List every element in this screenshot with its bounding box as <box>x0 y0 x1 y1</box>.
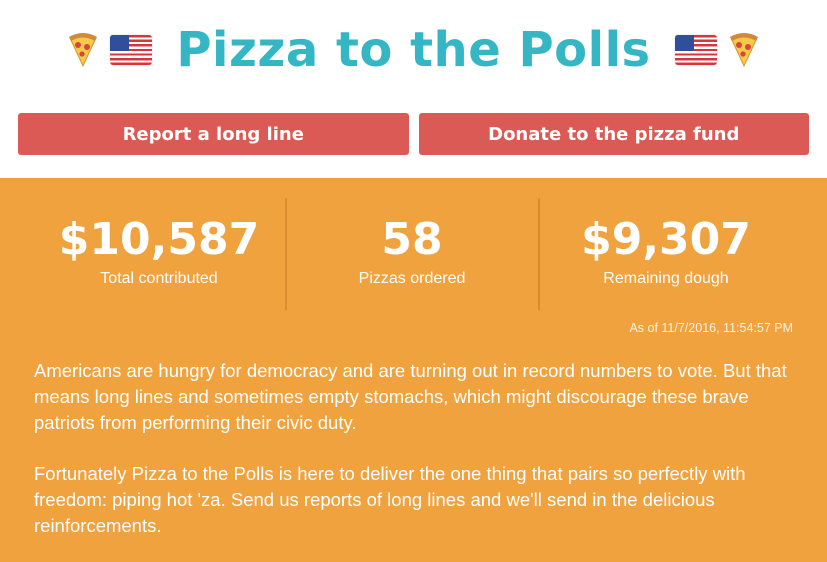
donate-button[interactable]: Donate to the pizza fund <box>418 113 809 155</box>
stats-row: $10,587 Total contributed 58 Pizzas orde… <box>0 198 827 310</box>
us-flag-icon <box>674 35 717 65</box>
stat-total-contributed: $10,587 Total contributed <box>50 218 268 288</box>
stat-value: $10,587 <box>58 214 260 265</box>
stat-remaining-dough: $9,307 Remaining dough <box>556 218 776 288</box>
action-buttons: Report a long line Donate to the pizza f… <box>0 113 827 155</box>
stat-label: Pizzas ordered <box>358 270 466 287</box>
intro-paragraph: Americans are hungry for democracy and a… <box>34 360 787 433</box>
pizza-icon <box>727 32 761 68</box>
stat-divider <box>285 198 287 310</box>
stat-value: 58 <box>381 214 443 265</box>
site-header: Pizza to the Polls <box>0 0 827 100</box>
us-flag-icon <box>110 35 153 65</box>
report-long-line-button[interactable]: Report a long line <box>18 113 409 155</box>
info-panel: $10,587 Total contributed 58 Pizzas orde… <box>0 178 827 562</box>
stat-label: Total contributed <box>100 270 218 287</box>
stat-value: $9,307 <box>581 214 751 265</box>
mission-paragraph: Fortunately Pizza to the Polls is here t… <box>34 463 746 536</box>
stat-pizzas-ordered: 58 Pizzas ordered <box>300 218 524 288</box>
pizza-icon <box>66 32 100 68</box>
last-updated-timestamp: As of 11/7/2016, 11:54:57 PM <box>629 321 793 335</box>
stat-divider <box>538 198 540 310</box>
stat-label: Remaining dough <box>603 270 729 287</box>
page-title: Pizza to the Polls <box>176 22 651 78</box>
